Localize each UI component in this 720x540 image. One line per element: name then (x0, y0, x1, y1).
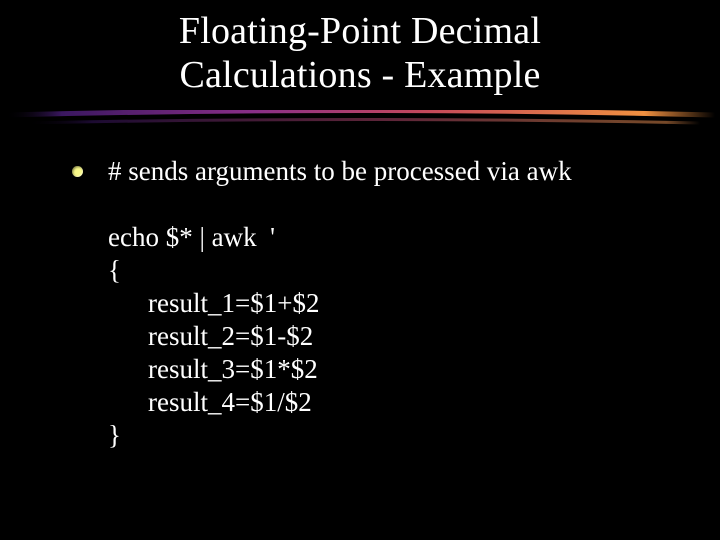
code-line: { (108, 254, 648, 287)
code-text: result_1=$1+$2 (148, 288, 319, 318)
code-line: result_3=$1*$2 (108, 353, 648, 386)
title-underline (0, 110, 720, 134)
code-line: } (108, 419, 648, 452)
code-text: result_4=$1/$2 (148, 387, 312, 417)
slide-body: # sends arguments to be processed via aw… (108, 155, 648, 452)
slide: Floating-Point Decimal Calculations - Ex… (0, 0, 720, 540)
code-text: result_2=$1-$2 (148, 321, 313, 351)
code-comment: # sends arguments to be processed via aw… (108, 155, 648, 188)
code-line: result_4=$1/$2 (108, 386, 648, 419)
title-line-1: Floating-Point Decimal (179, 10, 541, 52)
code-line: result_2=$1-$2 (108, 320, 648, 353)
bullet-icon (72, 166, 83, 177)
code-text: result_3=$1*$2 (148, 354, 318, 384)
code-line: echo $* | awk ' (108, 221, 648, 254)
slide-title: Floating-Point Decimal Calculations - Ex… (0, 0, 720, 97)
title-line-2: Calculations - Example (179, 54, 540, 96)
code-line: result_1=$1+$2 (108, 287, 648, 320)
